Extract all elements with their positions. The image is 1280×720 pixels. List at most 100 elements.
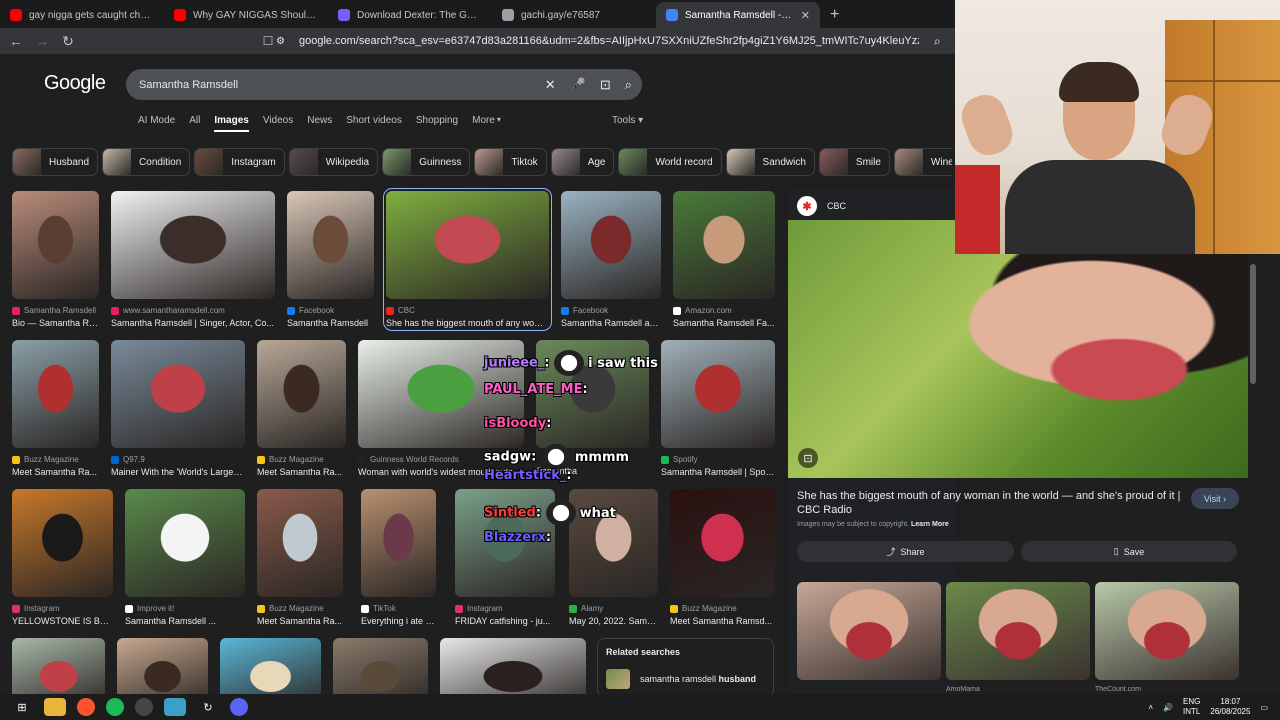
app-icon[interactable] [164,698,186,716]
image-result[interactable]: Improve it! Samantha Ramsdell ... [125,489,245,626]
result-source[interactable]: Instagram [12,604,113,613]
result-caption[interactable]: Samantha Ramsdell [287,318,374,328]
refresh-app-icon[interactable]: ↻ [197,698,219,716]
chip-wine-bottle[interactable]: Wine bottle [893,148,952,176]
chip-sandwich[interactable]: Sandwich [725,148,815,176]
result-source[interactable]: Buzz Magazine [257,455,346,464]
image-result[interactable]: Q97.9 Mainer With the 'World's Largest... [111,340,245,477]
obs-icon[interactable] [135,698,153,716]
tab-images[interactable]: Images [214,115,249,132]
result-source[interactable]: Amazon.com [673,306,775,315]
tab-ai-mode[interactable]: AI Mode [138,115,175,132]
related-search-item[interactable]: samantha ramsdell husband [606,669,765,689]
result-thumbnail[interactable] [257,340,346,448]
spotify-icon[interactable] [106,698,124,716]
related-image[interactable] [797,582,941,704]
result-caption[interactable]: Bio — Samantha Ra... [12,318,99,328]
share-button[interactable]: ⤴ Share [797,541,1014,562]
result-caption[interactable]: Meet Samantha Ra... [257,467,346,477]
image-result[interactable]: TikTok Everything i ate at t... [361,489,436,626]
image-result[interactable]: Samantha Ramsdell Bio — Samantha Ra... [12,191,99,328]
preview-scrollbar[interactable] [1250,254,1256,674]
image-result[interactable]: Buzz Magazine Meet Samantha Ramsd... [670,489,775,626]
result-source[interactable]: Q97.9 [111,455,245,464]
site-info-icon[interactable]: ⚙ [276,36,285,47]
clock[interactable]: 18:07 26/08/2025 [1210,697,1250,717]
related-image-thumbnail[interactable] [1095,582,1239,680]
result-source[interactable]: CBC [386,306,549,315]
result-caption[interactable]: Samantha Ramsdell Fa... [673,318,775,328]
result-thumbnail[interactable] [386,191,549,299]
chip-world-record[interactable]: World record [618,148,722,176]
result-thumbnail[interactable] [12,489,113,597]
windows-start-icon[interactable]: ⊞ [11,698,33,716]
chip-age[interactable]: Age [550,148,615,176]
image-result[interactable] [440,638,586,694]
result-caption[interactable]: Samantha Ramsdell ad... [561,318,661,328]
tab-short-videos[interactable]: Short videos [346,115,402,132]
result-thumbnail[interactable] [12,638,105,694]
image-result[interactable]: Buzz Magazine Meet Samantha Ra... [257,340,346,477]
chip-husband[interactable]: Husband [12,148,99,176]
address-bar[interactable]: ⚙ google.com/search?sca_esv=e63747d83a28… [276,31,956,51]
image-result[interactable] [12,638,105,694]
result-thumbnail[interactable] [12,340,99,448]
result-source[interactable]: Alamy [569,604,658,613]
result-source[interactable]: Buzz Magazine [257,604,343,613]
preview-source[interactable]: ✱ CBC [797,196,846,216]
result-caption[interactable]: Everything i ate at t... [361,616,436,626]
result-thumbnail[interactable] [561,191,661,299]
result-caption[interactable]: Meet Samantha Ra... [257,616,343,626]
image-result[interactable]: Facebook Samantha Ramsdell ad... [561,191,661,328]
result-thumbnail[interactable] [12,191,99,299]
lens-icon[interactable]: ⊡ [600,77,611,93]
tab-news[interactable]: News [307,115,332,132]
brave-browser-icon[interactable] [77,698,95,716]
image-result[interactable]: Buzz Magazine Meet Samantha Ra... [12,340,99,477]
result-source[interactable]: Buzz Magazine [12,455,99,464]
result-caption[interactable]: Meet Samantha Ra... [12,467,99,477]
browser-tab[interactable]: Download Dexter: The Game (Windo [328,2,492,28]
browser-tab[interactable]: gay nigga gets caught cheating on b [0,2,164,28]
tab-shopping[interactable]: Shopping [416,115,458,132]
search-icon[interactable]: ⌕ [625,77,632,93]
voice-search-icon[interactable]: 🎤 [570,77,586,93]
browser-tab[interactable]: Samantha Ramsdell - Google Se ✕ [656,2,820,28]
result-source[interactable]: www.samantharamsdell.com [111,306,275,315]
result-source[interactable]: Instagram [455,604,555,613]
result-thumbnail[interactable] [117,638,208,694]
tools-button[interactable]: Tools ▾ [612,115,643,126]
result-caption[interactable]: Meet Samantha Ramsd... [670,616,775,626]
image-result[interactable] [117,638,208,694]
result-thumbnail[interactable] [333,638,428,694]
discord-icon[interactable] [230,698,248,716]
image-result[interactable]: Facebook Samantha Ramsdell [287,191,374,328]
learn-more-link[interactable]: Learn More [911,521,949,528]
reload-icon[interactable]: ↻ [58,33,78,50]
image-result[interactable]: Instagram YELLOWSTONE IS BAC... [12,489,113,626]
chip-smile[interactable]: Smile [818,148,890,176]
forward-icon[interactable]: → [32,33,52,49]
search-input[interactable]: Samantha Ramsdell ✕ 🎤 ⊡ ⌕ [126,69,642,100]
result-source[interactable]: TikTok [361,604,436,613]
result-thumbnail[interactable] [440,638,586,694]
related-image[interactable]: AmoMamaWoman Called 'Disgusting' for Hav… [946,582,1090,704]
tab-more[interactable]: More [472,115,495,132]
tab-all[interactable]: All [189,115,200,132]
result-caption[interactable]: May 20, 2022. Sama... [569,616,658,626]
google-logo[interactable]: Google [44,72,106,95]
bookmark-icon[interactable]: ☐ [258,34,278,48]
browser-tab[interactable]: Why GAY NIGGAS Should NOT Play E [164,2,328,28]
close-tab-icon[interactable]: ✕ [801,9,810,22]
result-caption[interactable]: She has the biggest mouth of any wom... [386,318,549,328]
result-source[interactable]: Samantha Ramsdell [12,306,99,315]
related-image-thumbnail[interactable] [797,582,941,680]
language-indicator[interactable]: ENG INTL [1183,697,1200,717]
result-source[interactable]: Facebook [561,306,661,315]
result-thumbnail[interactable] [287,191,374,299]
tray-chevron-icon[interactable]: ˄ [1148,703,1153,712]
result-caption[interactable]: FRIDAY catfishing - ju... [455,616,555,626]
chip-tiktok[interactable]: Tiktok [474,148,547,176]
zoom-search-icon[interactable]: ⌕ [934,34,941,49]
chip-wikipedia[interactable]: Wikipedia [288,148,379,176]
